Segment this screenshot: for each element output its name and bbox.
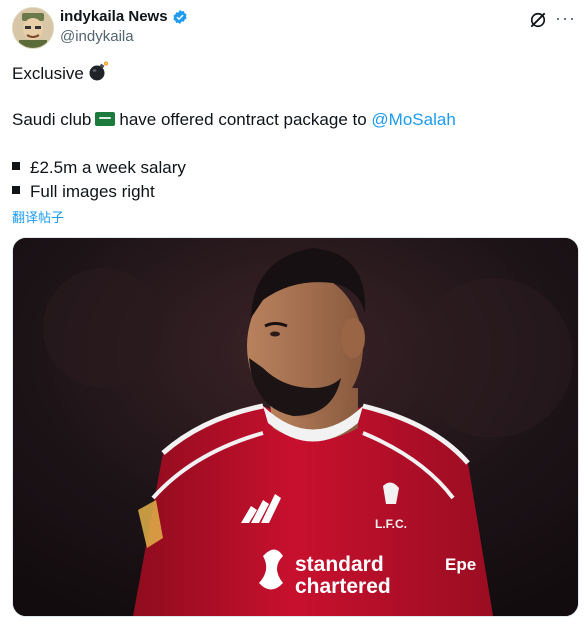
- avatar[interactable]: [12, 7, 54, 49]
- mention-link[interactable]: @MoSalah: [371, 110, 455, 129]
- translate-post-link[interactable]: 翻译帖子: [12, 207, 64, 226]
- avatar-illustration: [13, 8, 53, 48]
- tweet-media-photo[interactable]: L.F.C. standard chartered Epe: [12, 237, 579, 617]
- tweet-header: indykaila News @indykaila ···: [12, 6, 576, 50]
- author-name[interactable]: indykaila News: [60, 8, 168, 25]
- bullet-icon: [12, 186, 20, 194]
- sponsor-line-2: chartered: [295, 575, 391, 598]
- sleeve-text: Epe: [445, 555, 476, 574]
- sponsor-line-1: standard: [295, 553, 384, 576]
- tweet-line-offer: have offered contract package to: [119, 110, 367, 129]
- player-photo: L.F.C. standard chartered Epe: [13, 238, 578, 616]
- bomb-emoji: [88, 60, 110, 89]
- tweet-line-exclusive: Exclusive: [12, 64, 84, 83]
- bullet-item: Full images right: [30, 182, 155, 201]
- author-handle[interactable]: @indykaila: [60, 28, 134, 45]
- verified-badge-icon: [172, 9, 187, 24]
- more-options-icon[interactable]: ···: [555, 8, 576, 29]
- crest-text: L.F.C.: [375, 517, 407, 531]
- saudi-flag-emoji: [95, 112, 116, 126]
- grok-icon[interactable]: [528, 10, 548, 30]
- bullet-icon: [12, 162, 20, 170]
- tweet-line-saudi-club: Saudi club: [12, 110, 92, 129]
- bullet-item: £2.5m a week salary: [30, 158, 186, 177]
